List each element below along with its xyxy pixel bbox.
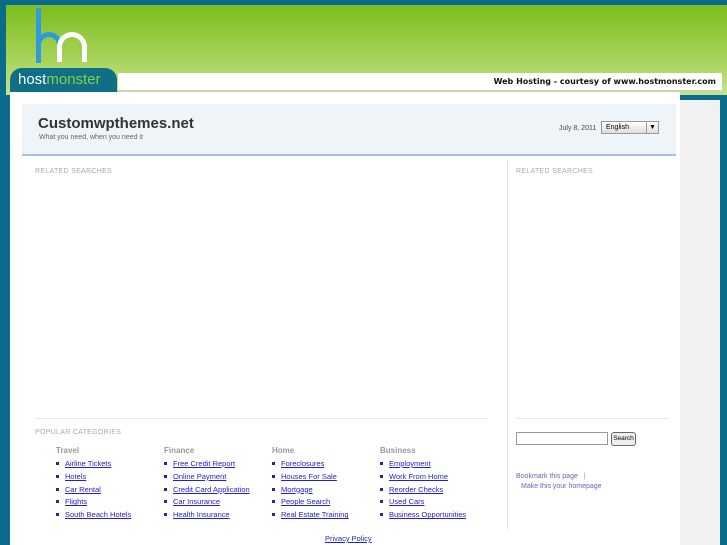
divider <box>35 418 488 419</box>
list-item: South Beach Hotels <box>56 510 161 519</box>
list-item: Airline Tickets <box>56 459 161 468</box>
category-link[interactable]: Used Cars <box>389 497 424 506</box>
category-link[interactable]: Mortgage <box>281 485 313 494</box>
column-divider <box>507 160 508 530</box>
date: July 8, 2011 <box>559 125 597 132</box>
category-heading: Business <box>380 446 416 455</box>
list-item: Health Insurance <box>164 510 269 519</box>
list-item: Car Rental <box>56 485 161 494</box>
language-value: English <box>606 124 629 131</box>
brand-monster: monster <box>46 71 101 88</box>
tagline: Web Hosting - courtesy of www.hostmonste… <box>118 73 722 91</box>
list-item: Flights <box>56 497 161 506</box>
list-item: Used Cars <box>380 497 500 506</box>
homepage-link[interactable]: Make this your homepage <box>521 483 602 490</box>
language-select[interactable]: English ▼ <box>601 121 659 134</box>
search-input[interactable] <box>516 432 608 445</box>
list-item: Employment <box>380 459 500 468</box>
brand-logo[interactable]: hostmonster <box>10 68 117 92</box>
category-link[interactable]: Houses For Sale <box>281 472 337 481</box>
list-item: Real Estate Training <box>272 510 377 519</box>
list-item: Business Opportunities <box>380 510 500 519</box>
category-link[interactable]: People Search <box>281 497 330 506</box>
category-link[interactable]: Free Credit Report <box>173 459 235 468</box>
page-subtitle: What you need, when you need it <box>39 134 143 141</box>
category-link[interactable]: Airline Tickets <box>65 459 111 468</box>
site-header: Customwpthemes.net What you need, when y… <box>22 104 676 156</box>
category-heading: Finance <box>164 446 195 455</box>
right-strip <box>680 100 720 545</box>
right-related-searches-label: RELATED SEARCHES <box>516 168 594 175</box>
category-link[interactable]: Reorder Checks <box>389 485 443 494</box>
related-searches-label: RELATED SEARCHES <box>35 168 113 175</box>
list-item: Houses For Sale <box>272 472 377 481</box>
category-link[interactable]: South Beach Hotels <box>65 510 131 519</box>
privacy-policy-link[interactable]: Privacy Policy <box>325 534 372 543</box>
category-link[interactable]: Credit Card Application <box>173 485 250 494</box>
brand-host: host <box>18 71 47 88</box>
category-heading: Home <box>272 446 295 455</box>
list-item: People Search <box>272 497 377 506</box>
category-business: Business Employment Work From Home Reord… <box>380 446 500 523</box>
category-travel: Travel Airline Tickets Hotels Car Rental… <box>56 446 161 523</box>
category-home: Home Foreclosures Houses For Sale Mortga… <box>272 446 377 523</box>
page-title: Customwpthemes.net <box>38 115 194 132</box>
list-item: Reorder Checks <box>380 485 500 494</box>
list-item: Online Payment <box>164 472 269 481</box>
category-link[interactable]: Work From Home <box>389 472 448 481</box>
category-link[interactable]: Car Insurance <box>173 497 220 506</box>
category-link[interactable]: Foreclosures <box>281 459 324 468</box>
category-heading: Travel <box>56 446 80 455</box>
category-link[interactable]: Employment <box>389 459 431 468</box>
search-button[interactable]: Search <box>611 432 636 446</box>
bookmark-row: Bookmark this page | <box>516 473 586 480</box>
category-finance: Finance Free Credit Report Online Paymen… <box>164 446 269 523</box>
category-link[interactable]: Business Opportunities <box>389 510 466 519</box>
list-item: Mortgage <box>272 485 377 494</box>
popular-categories-label: POPULAR CATEGORIES <box>35 429 122 436</box>
bookmark-link[interactable]: Bookmark this page <box>516 473 578 480</box>
chevron-down-icon[interactable]: ▼ <box>646 122 658 133</box>
list-item: Foreclosures <box>272 459 377 468</box>
list-item: Work From Home <box>380 472 500 481</box>
category-link[interactable]: Real Estate Training <box>281 510 349 519</box>
list-item: Hotels <box>56 472 161 481</box>
divider <box>516 418 669 419</box>
separator: | <box>583 473 586 480</box>
list-item: Car Insurance <box>164 497 269 506</box>
category-link[interactable]: Hotels <box>65 472 86 481</box>
category-link[interactable]: Online Payment <box>173 472 226 481</box>
list-item: Credit Card Application <box>164 485 269 494</box>
category-link[interactable]: Flights <box>65 497 87 506</box>
list-item: Free Credit Report <box>164 459 269 468</box>
category-link[interactable]: Car Rental <box>65 485 101 494</box>
category-link[interactable]: Health Insurance <box>173 510 230 519</box>
